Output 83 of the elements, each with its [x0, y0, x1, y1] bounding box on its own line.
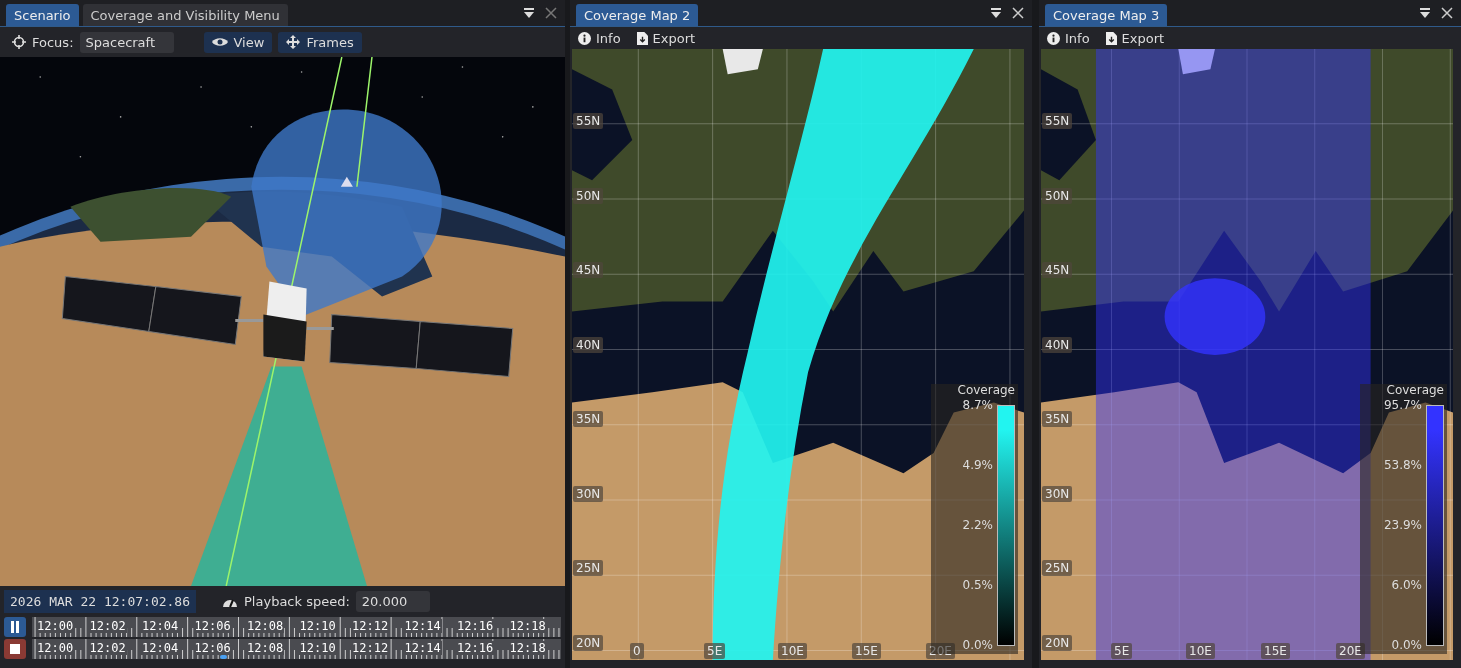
- simulation-time: 2026 MAR 22 12:07:02.86: [4, 590, 196, 613]
- time-tick-label: 12:10: [298, 641, 337, 655]
- file-download-icon: [1105, 31, 1117, 45]
- latitude-label: 45N: [1042, 262, 1073, 278]
- timeline-track[interactable]: 12:00 12:02 12:04 12:06 12:08 12:10 12:12 12:14 12:16 12:18: [32, 617, 561, 637]
- time-tick-label: 12:04: [141, 641, 180, 655]
- latitude-label: 55N: [573, 113, 604, 129]
- time-tick-label: 12:06: [193, 641, 232, 655]
- legend-tick-label: 0.0%: [962, 639, 993, 652]
- eye-icon: [211, 37, 228, 47]
- latitude-label: 35N: [1042, 411, 1073, 427]
- time-tick-label: 12:18: [508, 641, 547, 655]
- info-button[interactable]: Info: [576, 30, 623, 46]
- time-tick-label: 12:12: [351, 641, 390, 655]
- legend-tick-label: 2.2%: [962, 519, 993, 532]
- crosshair-icon: [12, 35, 26, 49]
- focus-label: Focus:: [32, 34, 74, 50]
- info-icon: [578, 31, 591, 45]
- latitude-label: 25N: [573, 560, 604, 576]
- legend-title: Coverage: [1386, 384, 1444, 397]
- longitude-label: 10E: [1186, 643, 1215, 659]
- time-tick-label: 12:00: [36, 619, 75, 633]
- dropdown-icon[interactable]: [990, 7, 1002, 19]
- panel-tab[interactable]: Scenario: [6, 4, 79, 26]
- time-tick-label: 12:02: [88, 641, 127, 655]
- close-icon[interactable]: [1441, 7, 1453, 19]
- legend-tick-label: 53.8%: [1383, 459, 1422, 472]
- panel-tab[interactable]: Coverage Map 2: [576, 4, 699, 26]
- pause-button[interactable]: [4, 617, 26, 637]
- time-tick-label: 12:08: [246, 641, 285, 655]
- time-tick-label: 12:18: [508, 619, 547, 633]
- time-tick-label: 12:08: [246, 619, 285, 633]
- latitude-label: 45N: [573, 262, 604, 278]
- focus-field[interactable]: Spacecraft: [79, 31, 174, 53]
- latitude-label: 55N: [1042, 113, 1073, 129]
- file-download-icon: [636, 31, 648, 45]
- legend-tick-label: 23.9%: [1383, 519, 1422, 532]
- legend-tick-label: 8.7%: [962, 399, 993, 412]
- time-tick-label: 12:10: [298, 619, 337, 633]
- stop-icon: [10, 644, 20, 654]
- info-icon: [1047, 31, 1060, 45]
- longitude-label: 10E: [778, 643, 807, 659]
- playhead-handle[interactable]: [219, 655, 227, 659]
- move-arrows-icon: [286, 35, 301, 49]
- view-button[interactable]: View: [203, 31, 273, 53]
- longitude-label: 20E: [926, 643, 955, 659]
- legend-tick-label: 95.7%: [1383, 399, 1422, 412]
- time-tick-label: 12:16: [456, 641, 495, 655]
- dropdown-icon[interactable]: [523, 7, 535, 19]
- longitude-label: 5E: [1111, 643, 1133, 659]
- export-button[interactable]: Export: [634, 30, 698, 46]
- export-button[interactable]: Export: [1103, 30, 1167, 46]
- time-tick-label: 12:14: [403, 641, 442, 655]
- close-icon[interactable]: [1012, 7, 1024, 19]
- longitude-label: 5E: [704, 643, 726, 659]
- info-button[interactable]: Info: [1045, 30, 1092, 46]
- frames-button[interactable]: Frames: [278, 31, 362, 53]
- latitude-label: 25N: [1042, 560, 1073, 576]
- panel-tab[interactable]: Coverage Map 3: [1045, 4, 1168, 26]
- longitude-label: 20E: [1336, 643, 1365, 659]
- longitude-label: 0: [630, 643, 644, 659]
- dropdown-icon[interactable]: [1419, 7, 1431, 19]
- legend-tick-label: 6.0%: [1391, 579, 1422, 592]
- latitude-label: 35N: [573, 411, 604, 427]
- legend-tick-label: 0.0%: [1391, 639, 1422, 652]
- longitude-label: 15E: [852, 643, 881, 659]
- time-tick-label: 12:16: [456, 619, 495, 633]
- time-tick-label: 12:14: [403, 619, 442, 633]
- timeline-track[interactable]: 12:00 12:02 12:04 12:06 12:08 12:10 12:12 12:14 12:16 12:18: [32, 639, 561, 659]
- time-tick-label: 12:04: [141, 619, 180, 633]
- stop-button[interactable]: [4, 639, 26, 659]
- legend-title: Coverage: [957, 384, 1015, 397]
- playback-speed-field[interactable]: 20.000: [355, 591, 430, 612]
- time-tick-label: 12:06: [193, 619, 232, 633]
- time-tick-label: 12:02: [88, 619, 127, 633]
- pause-icon: [10, 621, 20, 633]
- longitude-label: 15E: [1261, 643, 1290, 659]
- legend-tick-label: 4.9%: [962, 459, 993, 472]
- panel-tab[interactable]: Coverage and Visibility Menu: [82, 4, 288, 26]
- legend-tick-label: 0.5%: [962, 579, 993, 592]
- time-tick-label: 12:12: [351, 619, 390, 633]
- time-tick-label: 12:00: [36, 641, 75, 655]
- playback-speed-label: Playback speed:: [244, 594, 350, 609]
